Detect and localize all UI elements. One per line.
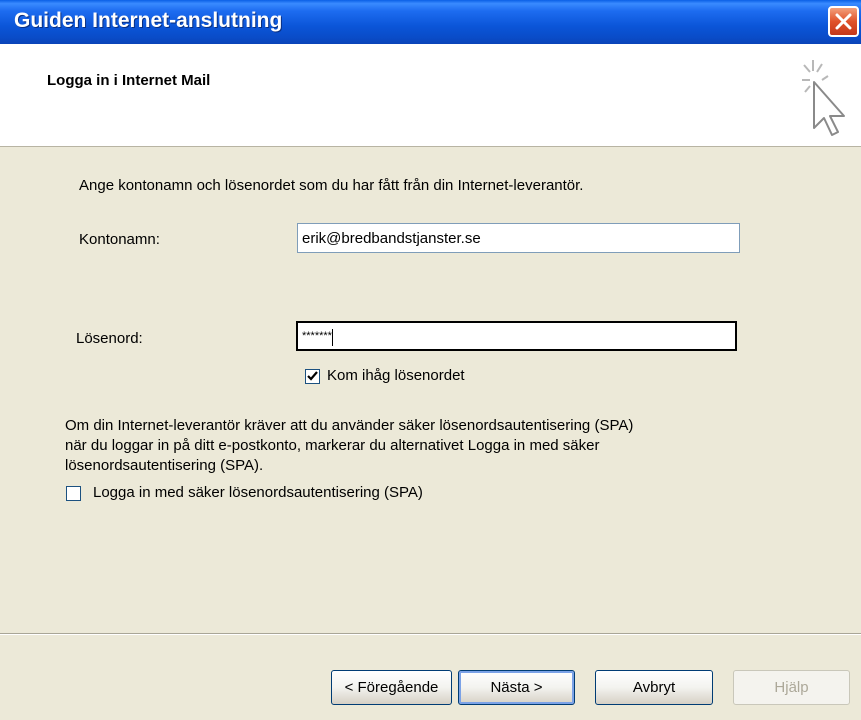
- password-label: Lösenord:: [76, 330, 143, 347]
- wizard-window: Guiden Internet-anslutning Logga in i In…: [0, 0, 861, 720]
- help-button[interactable]: Hjälp: [733, 670, 850, 705]
- account-name-input[interactable]: erik@bredbandstjanster.se: [297, 223, 740, 253]
- spa-explanation-line2: när du loggar in på ditt e-postkonto, ma…: [65, 437, 600, 454]
- spa-explanation-line1: Om din Internet-leverantör kräver att du…: [65, 417, 634, 434]
- account-name-label: Kontonamn:: [79, 231, 160, 248]
- password-value: *******: [302, 330, 332, 342]
- page-title: Logga in i Internet Mail: [47, 72, 211, 89]
- checkmark-icon: [307, 371, 318, 381]
- next-button[interactable]: Nästa >: [458, 670, 575, 705]
- wizard-header: Logga in i Internet Mail: [0, 44, 861, 147]
- instructions-text: Ange kontonamn och lösenordet som du har…: [79, 177, 584, 194]
- spa-explanation-line3: lösenordsautentisering (SPA).: [65, 457, 264, 474]
- account-name-value: erik@bredbandstjanster.se: [302, 230, 481, 247]
- password-input[interactable]: *******: [296, 321, 737, 351]
- remember-password-label: Kom ihåg lösenordet: [327, 367, 465, 384]
- footer-separator: [0, 633, 861, 635]
- window-title: Guiden Internet-anslutning: [14, 9, 283, 32]
- close-button[interactable]: [828, 6, 859, 37]
- back-button[interactable]: < Föregående: [331, 670, 452, 705]
- remember-password-checkbox[interactable]: [305, 369, 320, 384]
- spa-checkbox-label: Logga in med säker lösenordsautentiserin…: [93, 484, 423, 501]
- spa-checkbox[interactable]: [66, 486, 81, 501]
- title-bar[interactable]: Guiden Internet-anslutning: [0, 0, 861, 44]
- close-icon: [835, 13, 852, 30]
- sparkle-cursor-icon: [802, 60, 845, 136]
- cancel-button[interactable]: Avbryt: [595, 670, 713, 705]
